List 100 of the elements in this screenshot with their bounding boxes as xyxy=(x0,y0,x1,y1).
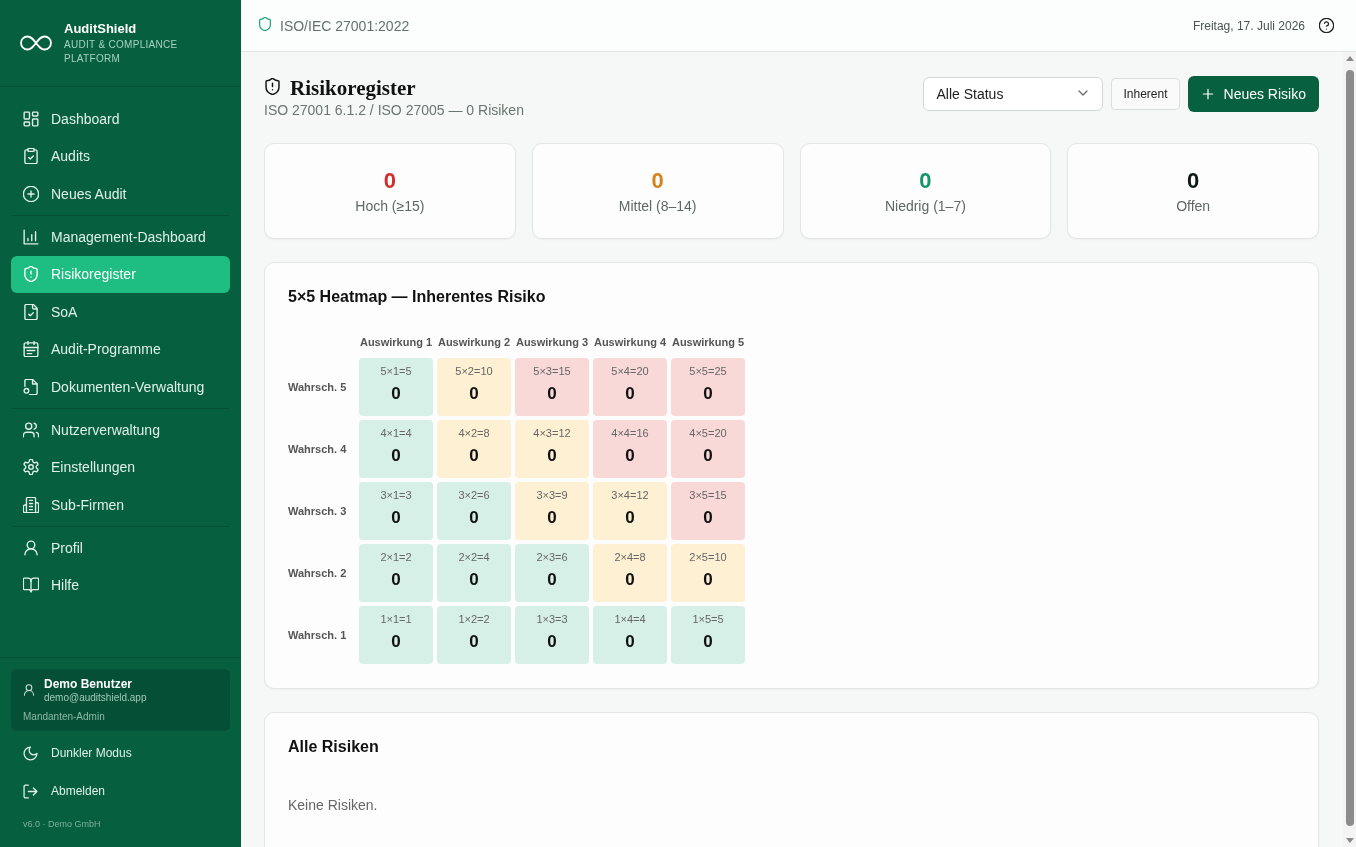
heatmap-cell[interactable]: 5×3=15 0 xyxy=(515,358,589,416)
cell-formula: 1×4=4 xyxy=(614,613,646,626)
heatmap-cell[interactable]: 5×5=25 0 xyxy=(671,358,745,416)
cell-count: 0 xyxy=(703,570,713,590)
nav-item[interactable]: SoA xyxy=(11,293,230,331)
cell-count: 0 xyxy=(703,508,713,528)
dark-mode-button[interactable]: Dunkler Modus xyxy=(11,734,230,772)
cell-formula: 4×4=16 xyxy=(611,427,649,440)
cell-count: 0 xyxy=(703,446,713,466)
cell-count: 0 xyxy=(625,632,635,652)
cell-formula: 2×1=2 xyxy=(380,551,412,564)
heatmap-cell[interactable]: 3×5=15 0 xyxy=(671,482,745,540)
stat-value: 0 xyxy=(1187,167,1200,194)
cell-formula: 5×1=5 xyxy=(380,365,412,378)
heatmap-cell[interactable]: 5×1=5 0 xyxy=(359,358,433,416)
heatmap-cell[interactable]: 1×3=3 0 xyxy=(515,606,589,664)
heatmap-cell[interactable]: 1×2=2 0 xyxy=(437,606,511,664)
cell-count: 0 xyxy=(469,508,479,528)
brand-name: AuditShield xyxy=(64,20,138,37)
heatmap-cell[interactable]: 1×1=1 0 xyxy=(359,606,433,664)
mode-button[interactable]: Inherent xyxy=(1111,78,1180,110)
document-icon xyxy=(23,378,39,395)
file-check-icon xyxy=(23,303,39,320)
cell-formula: 5×3=15 xyxy=(533,365,571,378)
row-label: Wahrsch. 4 xyxy=(288,442,347,456)
column-header: Auswirkung 4 xyxy=(593,335,667,349)
status-select[interactable]: Alle Status xyxy=(923,77,1104,111)
cell-count: 0 xyxy=(703,632,713,652)
user-name: Demo Benutzer xyxy=(44,677,133,691)
bar-chart-icon xyxy=(23,228,39,245)
moon-icon xyxy=(23,745,38,761)
heatmap-cell[interactable]: 2×2=4 0 xyxy=(437,544,511,602)
heatmap-cell[interactable]: 4×3=12 0 xyxy=(515,420,589,478)
nav-item[interactable]: Hilfe xyxy=(11,566,230,604)
stat-value: 0 xyxy=(651,167,664,194)
column-header: Auswirkung 5 xyxy=(671,335,745,349)
cell-formula: 4×3=12 xyxy=(533,427,571,440)
heatmap-cell[interactable]: 5×4=20 0 xyxy=(593,358,667,416)
column-header: Auswirkung 3 xyxy=(515,335,589,349)
stat-label: Mittel (8–14) xyxy=(618,197,697,215)
version-label: v6.0 · Demo GmbH xyxy=(22,818,102,830)
cell-count: 0 xyxy=(547,632,557,652)
cell-count: 0 xyxy=(391,508,401,528)
scrollbar[interactable] xyxy=(1343,52,1356,847)
nav-item[interactable]: Nutzerverwaltung xyxy=(11,411,230,449)
cell-count: 0 xyxy=(469,384,479,404)
heatmap-cell[interactable]: 1×4=4 0 xyxy=(593,606,667,664)
cell-count: 0 xyxy=(469,570,479,590)
user-icon xyxy=(23,683,35,696)
heatmap-cell[interactable]: 2×4=8 0 xyxy=(593,544,667,602)
stat-value: 0 xyxy=(919,167,932,194)
stat-value: 0 xyxy=(383,167,396,194)
heatmap-cell[interactable]: 4×5=20 0 xyxy=(671,420,745,478)
cell-formula: 5×5=25 xyxy=(689,365,727,378)
heatmap-cell[interactable]: 2×5=10 0 xyxy=(671,544,745,602)
nav-item[interactable]: Einstellungen xyxy=(11,448,230,486)
row-label: Wahrsch. 2 xyxy=(288,566,347,580)
nav-item[interactable]: Audits xyxy=(11,137,230,175)
heatmap-cell[interactable]: 4×4=16 0 xyxy=(593,420,667,478)
card-title: Alle Risiken xyxy=(288,737,380,757)
heatmap-cell[interactable]: 4×1=4 0 xyxy=(359,420,433,478)
nav-item[interactable]: Audit-Programme xyxy=(11,330,230,368)
card-title: 5×5 Heatmap — Inherentes Risiko xyxy=(288,287,547,307)
logout-icon xyxy=(23,783,38,799)
heatmap-cell[interactable]: 5×2=10 0 xyxy=(437,358,511,416)
cell-formula: 1×3=3 xyxy=(536,613,568,626)
column-header: Auswirkung 1 xyxy=(359,335,433,349)
cell-count: 0 xyxy=(391,570,401,590)
help-button[interactable] xyxy=(1319,18,1334,33)
heatmap-cell[interactable]: 1×5=5 0 xyxy=(671,606,745,664)
row-label: Wahrsch. 1 xyxy=(288,628,347,642)
nav-item[interactable]: Dashboard xyxy=(11,100,230,138)
page-title: Risikoregister xyxy=(290,76,416,100)
heatmap-cell[interactable]: 3×3=9 0 xyxy=(515,482,589,540)
cell-formula: 4×2=8 xyxy=(458,427,490,440)
nav-item[interactable]: Sub-Firmen xyxy=(11,486,230,524)
heatmap-cell[interactable]: 4×2=8 0 xyxy=(437,420,511,478)
nav-item[interactable]: Neues Audit xyxy=(11,175,230,213)
cell-count: 0 xyxy=(547,508,557,528)
users-icon xyxy=(23,421,39,438)
heatmap-cell[interactable]: 3×4=12 0 xyxy=(593,482,667,540)
heatmap-cell[interactable]: 3×1=3 0 xyxy=(359,482,433,540)
new-risk-button[interactable]: Neues Risiko xyxy=(1187,76,1319,112)
cell-formula: 4×5=20 xyxy=(689,427,727,440)
cell-formula: 3×5=15 xyxy=(689,489,727,502)
nav-item[interactable]: Profil xyxy=(11,529,230,567)
nav-item[interactable]: Management-Dashboard xyxy=(11,218,230,256)
help-icon xyxy=(1319,18,1334,33)
settings-icon xyxy=(23,459,39,476)
logout-button[interactable]: Abmelden xyxy=(11,772,230,810)
cell-count: 0 xyxy=(625,446,635,466)
nav-item[interactable]: Dokumenten-Verwaltung xyxy=(11,368,230,406)
cell-count: 0 xyxy=(391,384,401,404)
heatmap-cell[interactable]: 2×3=6 0 xyxy=(515,544,589,602)
cell-count: 0 xyxy=(625,570,635,590)
heatmap-cell[interactable]: 2×1=2 0 xyxy=(359,544,433,602)
cell-count: 0 xyxy=(469,632,479,652)
heatmap-cell[interactable]: 3×2=6 0 xyxy=(437,482,511,540)
grid-icon xyxy=(23,110,39,127)
cell-formula: 3×1=3 xyxy=(380,489,412,502)
